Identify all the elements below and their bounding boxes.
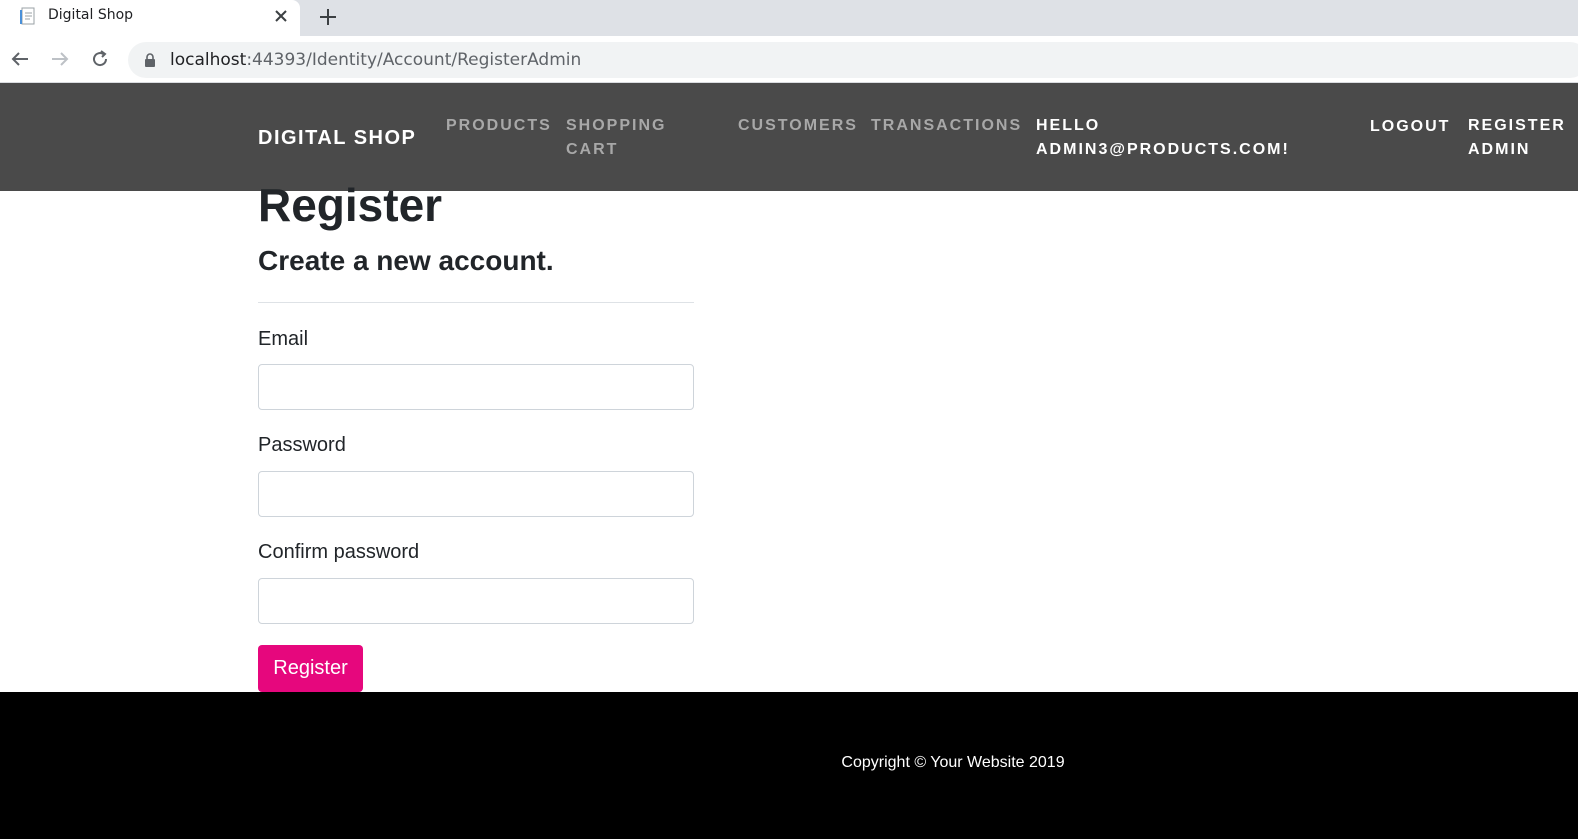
nav-item-logout[interactable]: LOGOUT xyxy=(1370,115,1450,139)
email-field[interactable] xyxy=(258,364,694,410)
back-arrow-icon[interactable] xyxy=(8,47,32,71)
browser-tabstrip: Digital Shop xyxy=(0,0,1578,36)
divider xyxy=(258,302,694,303)
nav-item-customers[interactable]: CUSTOMERS xyxy=(738,114,858,138)
brand-link[interactable]: DIGITAL SHOP xyxy=(258,127,416,150)
nav-item-greeting[interactable]: HELLO ADMIN3@PRODUCTS.COM! xyxy=(1036,114,1290,162)
tab-title: Digital Shop xyxy=(48,7,134,23)
password-label: Password xyxy=(258,434,346,456)
reload-icon[interactable] xyxy=(88,47,112,71)
page-subtitle: Create a new account. xyxy=(258,245,554,276)
browser-tab[interactable]: Digital Shop xyxy=(0,0,300,36)
address-bar[interactable]: localhost:44393/Identity/Account/Registe… xyxy=(128,42,1578,78)
copyright-text: Copyright © Your Website 2019 xyxy=(841,754,1065,771)
lock-icon[interactable] xyxy=(142,52,158,68)
url-text[interactable]: localhost:44393/Identity/Account/Registe… xyxy=(170,50,581,70)
site-footer: Copyright © Your Website 2019 xyxy=(0,692,1578,839)
nav-item-shopping-cart[interactable]: SHOPPING CART xyxy=(566,114,666,162)
browser-toolbar: localhost:44393/Identity/Account/Registe… xyxy=(0,36,1578,83)
nav-item-products[interactable]: PRODUCTS xyxy=(446,114,552,138)
confirm-password-label: Confirm password xyxy=(258,541,420,563)
nav-item-shopping-cart-line2: CART xyxy=(566,141,619,158)
url-host: localhost xyxy=(170,50,247,70)
close-icon[interactable] xyxy=(272,7,290,25)
password-field[interactable] xyxy=(258,471,694,517)
confirm-password-field[interactable] xyxy=(258,578,694,624)
nav-item-shopping-cart-line1: SHOPPING xyxy=(566,117,667,134)
page-icon xyxy=(18,6,38,26)
register-admin-line2: ADMIN xyxy=(1468,141,1531,158)
greeting-line1: HELLO xyxy=(1036,117,1101,134)
register-admin-line1: REGISTER xyxy=(1468,117,1566,134)
nav-item-register-admin[interactable]: REGISTER ADMIN xyxy=(1468,114,1566,162)
nav-item-transactions[interactable]: TRANSACTIONS xyxy=(871,114,1022,138)
email-label: Email xyxy=(258,328,309,350)
new-tab-plus-icon[interactable] xyxy=(316,5,340,29)
register-button[interactable]: Register xyxy=(258,645,363,692)
url-path: :44393/Identity/Account/RegisterAdmin xyxy=(246,50,582,70)
greeting-line2: ADMIN3@PRODUCTS.COM! xyxy=(1036,141,1290,158)
page-title: Register xyxy=(258,179,443,231)
forward-arrow-icon[interactable] xyxy=(48,47,72,71)
site-navbar: DIGITAL SHOP PRODUCTS SHOPPING CART CUST… xyxy=(0,83,1578,191)
